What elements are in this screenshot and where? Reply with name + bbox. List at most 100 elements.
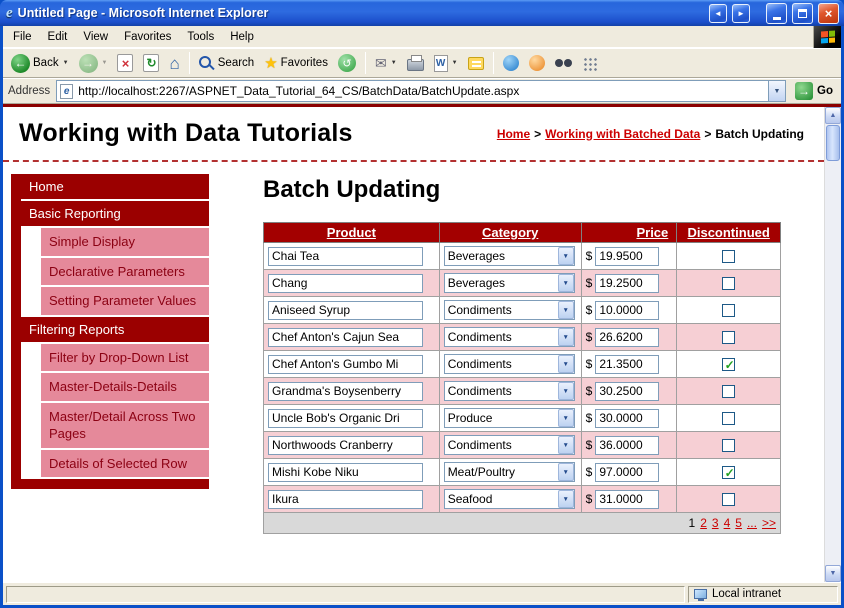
category-select[interactable]: Condiments▼ xyxy=(444,354,575,374)
address-input[interactable]: e http://localhost:2267/ASPNET_Data_Tuto… xyxy=(56,80,786,102)
menu-file[interactable]: File xyxy=(5,28,40,46)
product-input[interactable] xyxy=(268,490,423,509)
chevron-down-icon[interactable]: ▼ xyxy=(558,382,574,400)
sidebar-item-partial[interactable] xyxy=(21,479,209,489)
discuss-button[interactable] xyxy=(464,55,488,72)
breadcrumb-link-batched-data[interactable]: Working with Batched Data xyxy=(545,127,700,141)
sidebar-item-home[interactable]: Home xyxy=(21,174,209,199)
stop-button[interactable]: × xyxy=(113,52,137,74)
chevron-down-icon[interactable]: ▼ xyxy=(558,409,574,427)
pager-ellipsis-link[interactable]: ... xyxy=(747,516,757,530)
refresh-button[interactable]: ↻ xyxy=(139,52,163,74)
chevron-down-icon[interactable]: ▼ xyxy=(558,463,574,481)
breadcrumb-link-home[interactable]: Home xyxy=(497,127,530,141)
category-select[interactable]: Meat/Poultry▼ xyxy=(444,462,575,482)
product-input[interactable] xyxy=(268,382,423,401)
product-input[interactable] xyxy=(268,274,423,293)
product-input[interactable] xyxy=(268,247,423,266)
home-button[interactable]: ⌂ xyxy=(165,53,183,74)
titlebar-back-button[interactable]: ◄ xyxy=(709,4,727,23)
sidebar-item-declarative-parameters[interactable]: Declarative Parameters xyxy=(41,258,209,286)
sidebar-item-basic-reporting[interactable]: Basic Reporting xyxy=(21,201,209,226)
discontinued-checkbox[interactable]: ✓ xyxy=(722,439,735,452)
vertical-scrollbar[interactable]: ▲ ▼ xyxy=(824,107,841,582)
product-input[interactable] xyxy=(268,463,423,482)
price-input[interactable] xyxy=(595,301,659,320)
sidebar-item-details-of-selected-row[interactable]: Details of Selected Row xyxy=(41,450,209,478)
pager-link-3[interactable]: 3 xyxy=(712,516,719,530)
price-input[interactable] xyxy=(595,328,659,347)
category-select[interactable]: Condiments▼ xyxy=(444,327,575,347)
minimize-button[interactable] xyxy=(766,3,787,24)
thumbnails-button[interactable] xyxy=(578,54,601,73)
go-button[interactable]: → Go xyxy=(792,82,836,100)
category-select[interactable]: Seafood▼ xyxy=(444,489,575,509)
back-button[interactable]: ← Back ▼ xyxy=(7,52,73,75)
header-discontinued[interactable]: Discontinued xyxy=(677,223,781,243)
scroll-up-button[interactable]: ▲ xyxy=(825,107,841,124)
discontinued-checkbox[interactable]: ✓ xyxy=(722,277,735,290)
back-dropdown-icon[interactable]: ▼ xyxy=(63,60,69,66)
chevron-down-icon[interactable]: ▼ xyxy=(558,436,574,454)
discontinued-checkbox[interactable]: ✓ xyxy=(722,412,735,425)
menu-view[interactable]: View xyxy=(75,28,116,46)
product-input[interactable] xyxy=(268,436,423,455)
sidebar-item-setting-parameter-values[interactable]: Setting Parameter Values xyxy=(41,287,209,315)
chevron-down-icon[interactable]: ▼ xyxy=(558,247,574,265)
maximize-button[interactable] xyxy=(792,3,813,24)
category-select[interactable]: Condiments▼ xyxy=(444,381,575,401)
discontinued-checkbox[interactable]: ✓ xyxy=(722,250,735,263)
category-select[interactable]: Beverages▼ xyxy=(444,246,575,266)
sidebar-item-filtering-reports[interactable]: Filtering Reports xyxy=(21,317,209,342)
price-input[interactable] xyxy=(595,490,659,509)
menu-edit[interactable]: Edit xyxy=(40,28,76,46)
forward-button[interactable]: → ▼ xyxy=(75,52,112,75)
scrollbar-thumb[interactable] xyxy=(826,125,840,161)
header-product[interactable]: Product xyxy=(264,223,440,243)
sidebar-item-simple-display[interactable]: Simple Display xyxy=(41,228,209,256)
category-select[interactable]: Condiments▼ xyxy=(444,300,575,320)
category-select[interactable]: Produce▼ xyxy=(444,408,575,428)
search-button[interactable]: Search xyxy=(195,54,258,72)
product-input[interactable] xyxy=(268,409,423,428)
favorites-button[interactable]: ★ Favorites xyxy=(260,54,332,73)
chevron-down-icon[interactable]: ▼ xyxy=(558,274,574,292)
research-button[interactable] xyxy=(525,53,549,73)
product-input[interactable] xyxy=(268,355,423,374)
product-input[interactable] xyxy=(268,328,423,347)
titlebar-forward-button[interactable]: ► xyxy=(732,4,750,23)
category-select[interactable]: Condiments▼ xyxy=(444,435,575,455)
address-dropdown-button[interactable]: ▼ xyxy=(768,81,785,101)
sidebar-item-master-details-details[interactable]: Master-Details-Details xyxy=(41,373,209,401)
close-button[interactable]: × xyxy=(818,3,839,24)
discontinued-checkbox[interactable]: ✓ xyxy=(722,358,735,371)
chevron-down-icon[interactable]: ▼ xyxy=(558,490,574,508)
messenger-button[interactable] xyxy=(499,53,523,73)
mail-button[interactable]: ✉ ▼ xyxy=(371,54,401,72)
edit-button[interactable]: W ▼ xyxy=(430,53,462,74)
menu-help[interactable]: Help xyxy=(222,28,262,46)
scroll-down-button[interactable]: ▼ xyxy=(825,565,841,582)
edit-dropdown-icon[interactable]: ▼ xyxy=(452,60,458,66)
binoculars-button[interactable] xyxy=(551,57,576,69)
chevron-down-icon[interactable]: ▼ xyxy=(558,328,574,346)
sidebar-item-filter-by-dropdown-list[interactable]: Filter by Drop-Down List xyxy=(41,344,209,372)
price-input[interactable] xyxy=(595,274,659,293)
pager-link-2[interactable]: 2 xyxy=(700,516,707,530)
pager-next-link[interactable]: >> xyxy=(762,516,776,530)
discontinued-checkbox[interactable]: ✓ xyxy=(722,331,735,344)
address-url[interactable]: http://localhost:2267/ASPNET_Data_Tutori… xyxy=(78,84,763,98)
mail-dropdown-icon[interactable]: ▼ xyxy=(391,60,397,66)
discontinued-checkbox[interactable]: ✓ xyxy=(722,493,735,506)
menu-tools[interactable]: Tools xyxy=(179,28,222,46)
price-input[interactable] xyxy=(595,247,659,266)
sidebar-item-master-detail-two-pages[interactable]: Master/Detail Across Two Pages xyxy=(41,403,209,448)
history-button[interactable]: ↺ xyxy=(334,52,360,74)
price-input[interactable] xyxy=(595,355,659,374)
discontinued-checkbox[interactable]: ✓ xyxy=(722,466,735,479)
price-input[interactable] xyxy=(595,436,659,455)
discontinued-checkbox[interactable]: ✓ xyxy=(722,304,735,317)
header-category[interactable]: Category xyxy=(439,223,581,243)
pager-link-4[interactable]: 4 xyxy=(724,516,731,530)
menu-favorites[interactable]: Favorites xyxy=(116,28,179,46)
